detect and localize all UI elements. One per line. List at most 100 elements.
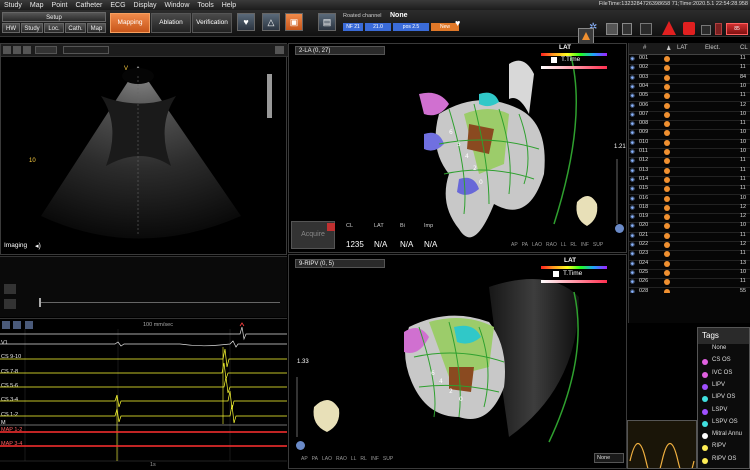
tag-item[interactable]: LSPV OS bbox=[698, 419, 749, 430]
menu-catheter[interactable]: Catheter bbox=[72, 2, 107, 9]
visibility-icon[interactable]: ◉ bbox=[630, 84, 635, 90]
view-ll[interactable]: LL bbox=[561, 242, 567, 248]
tab-map[interactable]: Map bbox=[87, 23, 106, 33]
none-select[interactable]: None bbox=[594, 453, 624, 463]
view-rl[interactable]: RL bbox=[570, 242, 576, 248]
channel-chip[interactable]: NF 21 bbox=[343, 23, 363, 31]
view-inf[interactable]: INF bbox=[371, 456, 379, 462]
visibility-icon[interactable]: ◉ bbox=[630, 112, 635, 118]
visibility-icon[interactable]: ◉ bbox=[630, 214, 635, 220]
menu-map[interactable]: Map bbox=[26, 2, 48, 9]
heart-favorite-icon[interactable]: ♥ bbox=[455, 18, 460, 28]
heart-view-icon[interactable]: ♥ bbox=[237, 13, 255, 31]
visibility-icon[interactable]: ◉ bbox=[630, 93, 635, 99]
visibility-icon[interactable]: ◉ bbox=[630, 121, 635, 127]
triangle-view-icon[interactable]: △ bbox=[262, 13, 280, 31]
menu-display[interactable]: Display bbox=[130, 2, 161, 9]
view-sup[interactable]: SUP bbox=[383, 456, 393, 462]
view-rl[interactable]: RL bbox=[360, 456, 366, 462]
col-header-cl[interactable]: CL bbox=[740, 45, 748, 51]
visibility-icon[interactable]: ◉ bbox=[630, 242, 635, 248]
setup-button[interactable]: Setup bbox=[2, 12, 106, 22]
menu-study[interactable]: Study bbox=[0, 2, 26, 9]
tag-item[interactable]: None bbox=[698, 345, 749, 356]
menu-point[interactable]: Point bbox=[48, 2, 72, 9]
us-preset-select[interactable] bbox=[63, 46, 109, 54]
tag-item[interactable]: LIPV bbox=[698, 382, 749, 393]
tab-cath[interactable]: Cath. bbox=[65, 23, 86, 33]
ablation-button[interactable]: Ablation bbox=[151, 13, 191, 33]
view-lao[interactable]: LAO bbox=[532, 242, 542, 248]
menu-help[interactable]: Help bbox=[218, 2, 240, 9]
view-ll[interactable]: LL bbox=[351, 456, 357, 462]
channel-chip[interactable]: pos 2.5 bbox=[393, 23, 429, 31]
catheter-tool-icon[interactable] bbox=[578, 28, 594, 44]
pin-icon[interactable]: ♟ bbox=[666, 45, 671, 52]
view-lao[interactable]: LAO bbox=[322, 456, 332, 462]
timeline-button[interactable] bbox=[4, 284, 16, 294]
maximize-icon[interactable] bbox=[275, 46, 284, 54]
visibility-icon[interactable]: ◉ bbox=[630, 251, 635, 257]
visibility-icon[interactable]: ◉ bbox=[630, 75, 635, 81]
tag-item[interactable]: LSPV bbox=[698, 407, 749, 418]
view-inf[interactable]: INF bbox=[581, 242, 589, 248]
visibility-icon[interactable]: ◉ bbox=[630, 261, 635, 267]
view-rao[interactable]: RAO bbox=[546, 242, 557, 248]
visibility-icon[interactable]: ◉ bbox=[630, 130, 635, 136]
ttime-checkbox[interactable] bbox=[551, 57, 557, 63]
tag-item[interactable]: Mitral Annu bbox=[698, 431, 749, 442]
visibility-icon[interactable]: ◉ bbox=[630, 270, 635, 276]
reset-view-icon[interactable] bbox=[296, 441, 305, 450]
view-sup[interactable]: SUP bbox=[593, 242, 603, 248]
us-tool-icon[interactable] bbox=[13, 46, 21, 54]
tab-loc[interactable]: Loc. bbox=[44, 23, 64, 33]
tag-item[interactable]: LIPV OS bbox=[698, 394, 749, 405]
visibility-icon[interactable]: ◉ bbox=[630, 56, 635, 62]
menu-window[interactable]: Window bbox=[160, 2, 193, 9]
timeline-track[interactable] bbox=[40, 302, 280, 303]
tab-hw[interactable]: HW bbox=[2, 23, 20, 33]
view-ap[interactable]: AP bbox=[301, 456, 308, 462]
visibility-icon[interactable]: ◉ bbox=[630, 196, 635, 202]
speaker-icon[interactable]: ◂) bbox=[35, 242, 41, 250]
visibility-icon[interactable]: ◉ bbox=[630, 223, 635, 229]
monitor-icon[interactable]: ▤ bbox=[318, 13, 336, 31]
us-dropdown[interactable] bbox=[35, 46, 57, 54]
visibility-icon[interactable]: ◉ bbox=[630, 158, 635, 164]
timeline-button[interactable] bbox=[4, 299, 16, 309]
visibility-icon[interactable]: ◉ bbox=[630, 140, 635, 146]
visibility-icon[interactable]: ◉ bbox=[630, 233, 635, 239]
col-header-lat[interactable]: LAT bbox=[677, 45, 688, 51]
visibility-icon[interactable]: ◉ bbox=[630, 186, 635, 192]
channel-chip[interactable]: 21.0 bbox=[365, 23, 391, 31]
signal-thumbnail[interactable] bbox=[627, 420, 697, 470]
view-pa[interactable]: PA bbox=[522, 242, 528, 248]
tab-study[interactable]: Study bbox=[21, 23, 43, 33]
tag-item[interactable]: IVC OS bbox=[698, 370, 749, 381]
us-tool-icon[interactable] bbox=[3, 46, 11, 54]
record-icon[interactable]: ▣ bbox=[285, 13, 303, 31]
view-ap[interactable]: AP bbox=[511, 242, 518, 248]
visibility-icon[interactable]: ◉ bbox=[630, 205, 635, 211]
visibility-icon[interactable]: ◉ bbox=[630, 177, 635, 183]
visibility-icon[interactable]: ◉ bbox=[630, 149, 635, 155]
menu-ecg[interactable]: ECG bbox=[106, 2, 129, 9]
mapping-button[interactable]: Mapping bbox=[110, 13, 150, 33]
tag-item[interactable]: RIPV OS bbox=[698, 456, 749, 467]
timeline-handle[interactable] bbox=[39, 298, 41, 307]
ttime-checkbox[interactable] bbox=[553, 271, 559, 277]
visibility-icon[interactable]: ◉ bbox=[630, 103, 635, 109]
tag-item[interactable]: RIPV bbox=[698, 443, 749, 454]
col-header-id[interactable]: # bbox=[643, 45, 646, 51]
view-pa[interactable]: PA bbox=[312, 456, 318, 462]
tag-item[interactable]: CS OS bbox=[698, 357, 749, 368]
us-tool-icon[interactable] bbox=[23, 46, 31, 54]
visibility-icon[interactable]: ◉ bbox=[630, 279, 635, 285]
reset-view-icon[interactable] bbox=[615, 224, 624, 233]
verification-button[interactable]: Verification bbox=[192, 13, 232, 33]
view-rao[interactable]: RAO bbox=[336, 456, 347, 462]
acquire-close-icon[interactable] bbox=[327, 223, 335, 231]
menu-tools[interactable]: Tools bbox=[193, 2, 217, 9]
visibility-icon[interactable]: ◉ bbox=[630, 168, 635, 174]
visibility-icon[interactable]: ◉ bbox=[630, 65, 635, 71]
